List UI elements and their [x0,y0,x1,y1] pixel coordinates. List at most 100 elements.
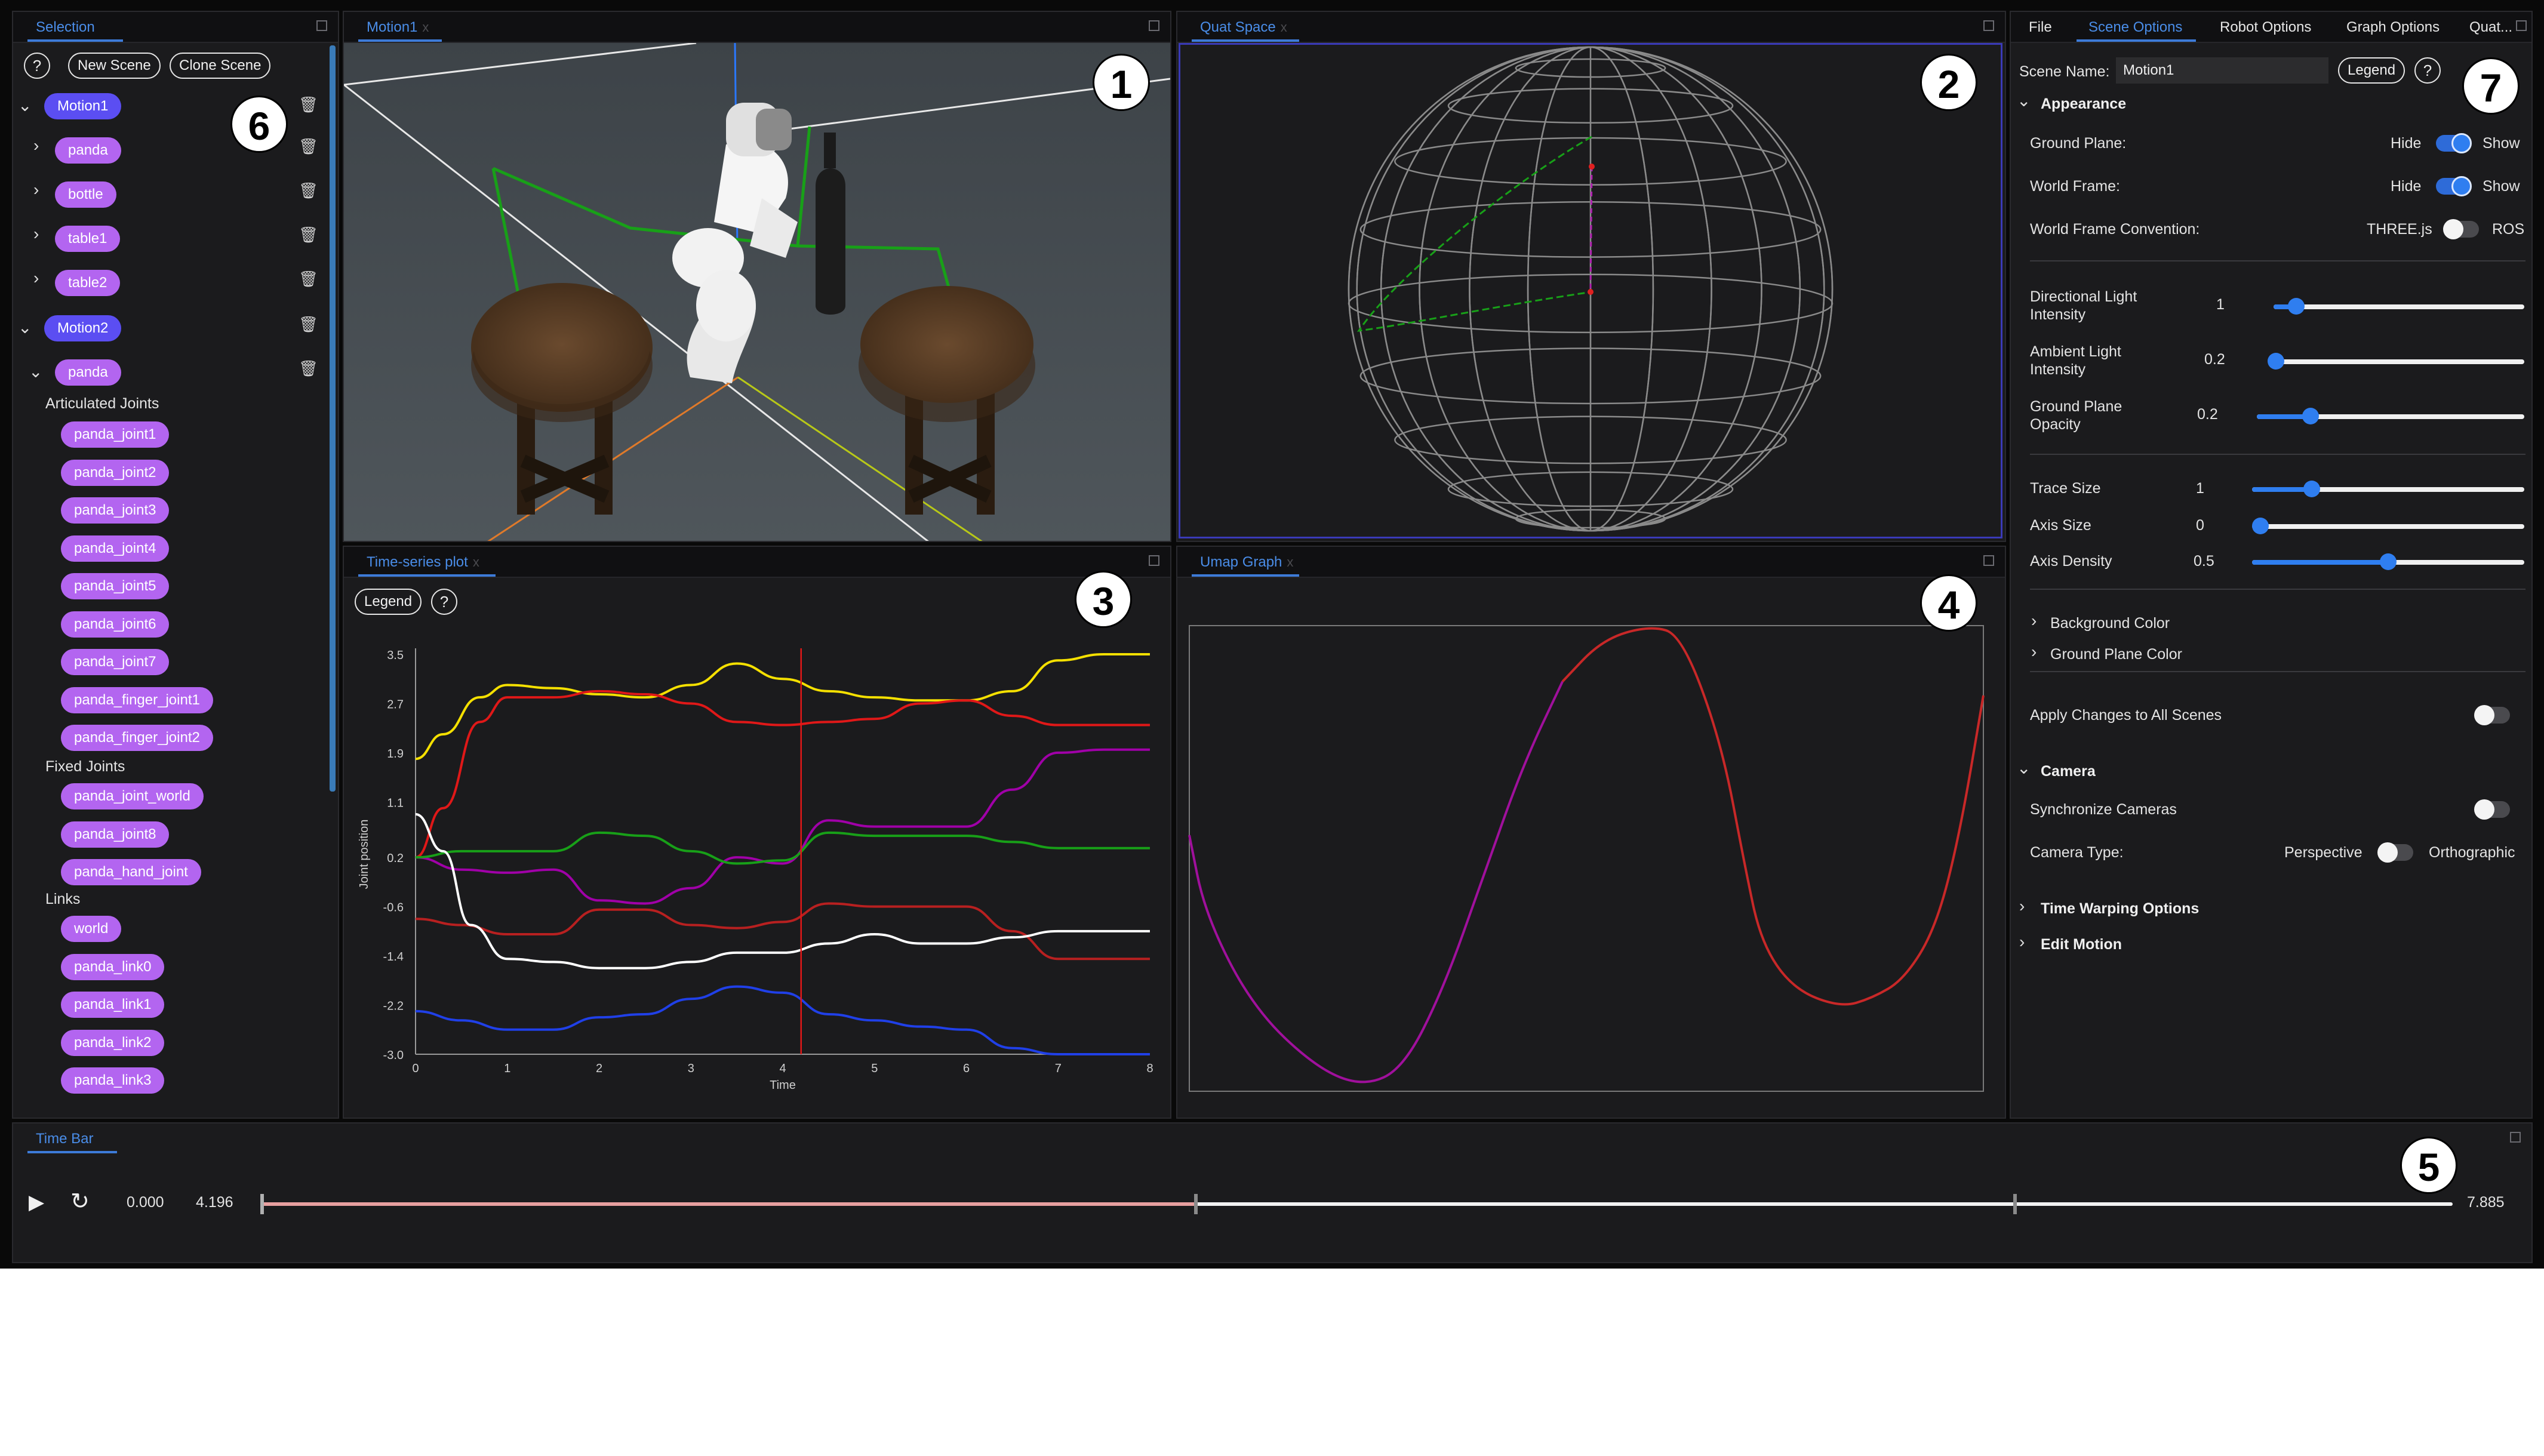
object-table1[interactable]: table1 [55,226,121,252]
clone-scene-button[interactable]: Clone Scene [170,53,271,79]
maximize-icon[interactable] [1983,555,1994,566]
camera-type-toggle[interactable] [2377,842,2413,863]
help-button[interactable]: ? [431,589,457,615]
chevron-right-icon[interactable]: › [2019,932,2025,952]
ground-plane-color-section[interactable]: Ground Plane Color [2050,646,2182,663]
chevron-down-icon[interactable]: ⌄ [29,362,42,381]
chevron-right-icon[interactable]: › [33,224,39,244]
joint-item[interactable]: panda_joint3 [61,497,170,524]
joint-item[interactable]: panda_joint7 [61,649,170,675]
world-frame-toggle[interactable] [2436,176,2472,196]
trash-icon[interactable]: 🗑 [299,359,318,378]
close-icon[interactable]: x [473,555,479,570]
maximize-icon[interactable] [316,20,327,31]
joint-item[interactable]: panda_finger_joint1 [61,687,213,713]
tab-time-series[interactable]: Time-series plot x [367,554,479,571]
trash-icon[interactable]: 🗑 [299,181,318,200]
help-button[interactable]: ? [2414,57,2441,84]
play-icon[interactable]: ▶ [29,1190,44,1214]
joint-item[interactable]: panda_joint2 [61,459,170,486]
chevron-right-icon[interactable]: › [33,269,39,288]
close-icon[interactable]: x [1281,20,1287,35]
trash-icon[interactable]: 🗑 [299,96,318,114]
object-table2[interactable]: table2 [55,270,121,296]
quat-sphere-canvas[interactable] [1180,44,2001,537]
maximize-icon[interactable] [2516,20,2527,31]
tab-quat-space[interactable]: Quat Space x [1200,19,1287,36]
close-icon[interactable]: x [1287,555,1293,570]
world-frame-convention-toggle[interactable] [2443,219,2479,239]
tab-motion1[interactable]: Motion1 x [367,19,429,36]
tab-quat[interactable]: Quat... [2469,19,2512,36]
tab-graph-options[interactable]: Graph Options [2346,19,2440,36]
object-panda[interactable]: panda [55,137,121,164]
time-warping-section[interactable]: Time Warping Options [2041,900,2199,918]
trash-icon[interactable]: 🗑 [299,315,318,334]
link-item[interactable]: panda_link3 [61,1067,165,1094]
trace-size-slider[interactable] [2252,481,2524,497]
scene-motion2[interactable]: Motion2 [44,315,122,341]
joint-item[interactable]: panda_joint5 [61,573,170,599]
tab-time-bar[interactable]: Time Bar [36,1131,93,1147]
trash-icon[interactable]: 🗑 [299,270,318,288]
apply-all-toggle[interactable] [2474,705,2510,725]
chevron-right-icon[interactable]: › [2031,642,2037,661]
tab-robot-options[interactable]: Robot Options [2220,19,2311,36]
ground-opacity-slider[interactable] [2257,408,2524,424]
link-item[interactable]: panda_link0 [61,953,165,980]
ambient-light-slider[interactable] [2268,353,2524,370]
chevron-down-icon[interactable]: ⌄ [18,318,32,337]
directional-light-slider[interactable] [2274,298,2524,315]
help-button[interactable]: ? [24,53,50,79]
joint-item[interactable]: panda_joint1 [61,421,170,448]
tab-scene-options[interactable]: Scene Options [2088,19,2182,36]
selection-scrollbar[interactable] [330,45,336,792]
chevron-down-icon[interactable]: ⌄ [2017,91,2031,110]
close-icon[interactable]: x [422,20,429,35]
new-scene-button[interactable]: New Scene [68,53,161,79]
trash-icon[interactable]: 🗑 [299,137,318,156]
legend-button[interactable]: Legend [355,589,422,615]
background-color-section[interactable]: Background Color [2050,615,2170,632]
timeseries-chart[interactable]: 3.5 2.7 1.9 1.1 0.2 -0.6 -1.4 -2.2 -3.0 0 1 2 3 4 5 6 7 8… [344,618,1170,1114]
tab-file[interactable]: File [2029,19,2052,36]
chevron-down-icon[interactable]: ⌄ [18,96,32,115]
trash-icon[interactable]: 🗑 [299,226,318,244]
link-item[interactable]: panda_link1 [61,992,165,1018]
fixed-joint-item[interactable]: panda_hand_joint [61,859,201,885]
object-bottle[interactable]: bottle [55,181,116,208]
time-slider-end-handle[interactable] [2013,1194,2017,1214]
edit-motion-section[interactable]: Edit Motion [2041,936,2122,953]
scene-motion1[interactable]: Motion1 [44,93,122,119]
chevron-down-icon[interactable]: ⌄ [2017,758,2031,778]
sync-cameras-toggle[interactable] [2474,799,2510,820]
tab-umap[interactable]: Umap Graph x [1200,554,1293,571]
chevron-right-icon[interactable]: › [33,180,39,199]
tab-selection[interactable]: Selection [36,19,95,36]
joint-item[interactable]: panda_joint6 [61,611,170,638]
appearance-section[interactable]: Appearance [2041,96,2126,113]
chevron-right-icon[interactable]: › [2019,897,2025,916]
link-item[interactable]: panda_link2 [61,1029,165,1056]
replay-icon[interactable]: ↻ [70,1188,90,1215]
object-panda-motion2[interactable]: panda [55,359,121,386]
maximize-icon[interactable] [1983,20,1994,31]
axis-size-slider[interactable] [2251,518,2524,534]
maximize-icon[interactable] [1149,555,1159,566]
axis-density-slider[interactable] [2252,553,2524,570]
fixed-joint-item[interactable]: panda_joint8 [61,821,170,848]
umap-chart[interactable] [1177,578,2005,1115]
camera-section[interactable]: Camera [2041,763,2096,780]
chevron-right-icon[interactable]: › [2031,611,2037,630]
legend-button[interactable]: Legend [2338,57,2405,84]
joint-item[interactable]: panda_joint4 [61,535,170,562]
time-slider-cursor-handle[interactable] [1194,1194,1198,1214]
maximize-icon[interactable] [2510,1132,2521,1143]
scene-name-input[interactable] [2116,57,2328,84]
joint-item[interactable]: panda_finger_joint2 [61,725,213,751]
link-item[interactable]: world [61,916,122,942]
ground-plane-toggle[interactable] [2436,133,2472,153]
time-slider-start-handle[interactable] [260,1194,264,1214]
maximize-icon[interactable] [1149,20,1159,31]
fixed-joint-item[interactable]: panda_joint_world [61,783,204,809]
